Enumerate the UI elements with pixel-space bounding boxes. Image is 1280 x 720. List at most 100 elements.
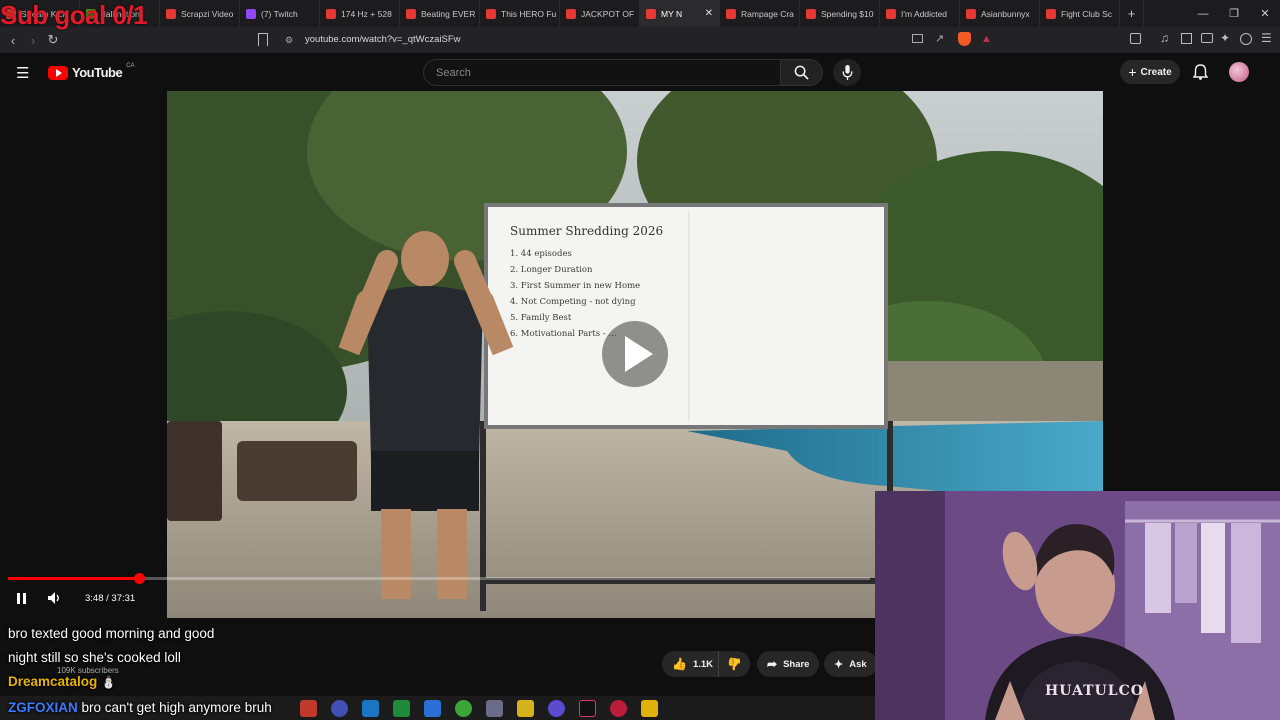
- share-label: Share: [783, 658, 810, 670]
- region-code: CA: [126, 63, 135, 69]
- taskbar-app-icon[interactable]: [486, 699, 503, 717]
- new-tab-button[interactable]: +: [1120, 0, 1144, 27]
- taskbar-app-icon[interactable]: [362, 699, 379, 717]
- chat-message: night still so she's cooked loll: [8, 650, 181, 665]
- taskbar-app-icon[interactable]: [641, 699, 658, 717]
- site-info-icon[interactable]: ⚙: [285, 35, 293, 46]
- url-field[interactable]: youtube.com/watch?v=_qtWczaiSFw: [305, 34, 461, 45]
- ask-button[interactable]: ✦ Ask: [824, 651, 877, 677]
- notifications-button[interactable]: [1192, 64, 1209, 85]
- thumbs-down-icon: 👍: [727, 657, 742, 671]
- tab-favicon-icon: [646, 8, 656, 19]
- tab-label: MY N: [661, 8, 683, 19]
- chat-username-text: ZGFOXIAN: [8, 700, 78, 715]
- whiteboard-item: 5. Family Best: [510, 313, 572, 323]
- sidebar-icon[interactable]: [1130, 33, 1141, 44]
- browser-tab[interactable]: This HERO Fu: [480, 0, 560, 27]
- whiteboard-item: 4. Not Competing - not dying: [510, 297, 636, 307]
- tab-favicon-icon: [726, 8, 736, 19]
- browser-tab[interactable]: 174 Hz + 528: [320, 0, 400, 27]
- volume-button[interactable]: [47, 591, 61, 610]
- search-input[interactable]: Search: [423, 59, 781, 86]
- tab-favicon-icon: [806, 8, 816, 19]
- shirt-print: HUATULCO: [1045, 683, 1144, 699]
- wallet-icon[interactable]: [1201, 33, 1213, 43]
- browser-tab[interactable]: JACKPOT OF: [560, 0, 640, 27]
- sub-goal-overlay: Sub goal 0/1: [0, 0, 148, 30]
- chat-username: Dreamcatalog ⛄: [8, 674, 116, 689]
- taskbar-app-icon[interactable]: [517, 699, 534, 717]
- browser-tab[interactable]: Spending $10: [800, 0, 880, 27]
- tab-favicon-icon: [886, 8, 896, 19]
- taskbar-app-icon[interactable]: [424, 699, 441, 717]
- progress-bar[interactable]: [8, 573, 870, 584]
- vpn-icon[interactable]: [1240, 33, 1252, 45]
- music-icon[interactable]: ♫: [1160, 31, 1169, 45]
- pause-button[interactable]: [14, 591, 28, 605]
- panel-icon[interactable]: [1181, 33, 1192, 44]
- browser-tab[interactable]: Beating EVER: [400, 0, 480, 27]
- tab-label: Asianbunnyx: [981, 8, 1030, 19]
- taskbar-app-icon[interactable]: [610, 699, 627, 717]
- sparkle-icon[interactable]: ✦: [1220, 31, 1230, 45]
- taskbar-app-icon[interactable]: [455, 699, 472, 717]
- taskbar-app-icon[interactable]: [393, 699, 410, 717]
- thumbs-up-icon: 👍: [672, 657, 687, 671]
- tab-label: Beating EVER: [421, 8, 476, 19]
- tab-favicon-icon: [326, 8, 336, 19]
- close-window-icon[interactable]: ✕: [1249, 0, 1280, 27]
- chat-message: bro can't get high anymore bruh: [81, 700, 272, 715]
- share-button[interactable]: ➦ Share: [757, 651, 820, 677]
- voice-search-button[interactable]: [833, 59, 861, 86]
- dislike-button[interactable]: 👍: [718, 651, 750, 677]
- progress-scrubber[interactable]: [134, 573, 145, 584]
- tab-label: Rampage Cra: [741, 8, 794, 19]
- progress-fill: [8, 577, 139, 580]
- whiteboard-item: 3. First Summer in new Home: [510, 281, 641, 291]
- time-display: 3:48 / 37:31: [85, 593, 136, 604]
- whiteboard-item: 2. Longer Duration: [510, 265, 593, 275]
- browser-tab[interactable]: MY N ✕: [640, 0, 720, 27]
- tab-label: Fight Club Sc: [1061, 8, 1113, 19]
- taskbar-app-icon[interactable]: [300, 699, 317, 717]
- tab-label: This HERO Fu: [501, 8, 557, 19]
- tab-favicon-icon: [246, 8, 256, 19]
- cast-icon[interactable]: [912, 34, 923, 43]
- hamburger-menu-icon[interactable]: ☰: [16, 64, 29, 82]
- browser-tab[interactable]: Scrapzi Video: [160, 0, 240, 27]
- share-page-icon[interactable]: ↗: [935, 32, 944, 45]
- tab-favicon-icon: [486, 8, 496, 19]
- speaker-icon: [48, 592, 59, 604]
- taskbar-app-icon[interactable]: [579, 699, 596, 717]
- bookmark-icon[interactable]: [258, 33, 268, 46]
- tab-label: I'm Addicted: [901, 8, 948, 19]
- browser-tab-strip: Stream Kick dallmation Scrapzi Video (7) Tw…: [0, 0, 1280, 27]
- taskbar-app-icon[interactable]: [548, 699, 565, 717]
- brave-shield-icon[interactable]: [958, 32, 971, 46]
- whiteboard-item: 6. Motivational Parts - ...: [510, 329, 617, 339]
- taskbar-app-icon[interactable]: [331, 699, 348, 717]
- like-button[interactable]: 👍 1.1K: [662, 651, 718, 677]
- tab-close-icon[interactable]: ✕: [705, 8, 713, 19]
- tab-label: 174 Hz + 528: [341, 8, 392, 19]
- rewards-icon[interactable]: ▲: [981, 33, 992, 45]
- minimize-icon[interactable]: —: [1187, 0, 1219, 27]
- browser-tab[interactable]: Fight Club Sc: [1040, 0, 1120, 27]
- create-button[interactable]: + Create: [1120, 60, 1180, 84]
- browser-tab[interactable]: Rampage Cra: [720, 0, 800, 27]
- browser-tab[interactable]: I'm Addicted: [880, 0, 960, 27]
- restore-icon[interactable]: ❐: [1218, 0, 1250, 27]
- youtube-logo[interactable]: YouTube CA: [48, 63, 135, 80]
- menu-icon[interactable]: ☰: [1261, 31, 1272, 45]
- whiteboard-item: 1. 44 episodes: [510, 249, 572, 259]
- whiteboard-list: 1. 44 episodes 2. Longer Duration 3. Fir…: [510, 246, 640, 342]
- tab-favicon-icon: [1046, 8, 1056, 19]
- search-button[interactable]: [780, 59, 823, 86]
- tab-label: (7) Twitch: [261, 8, 298, 19]
- browser-tab[interactable]: (7) Twitch: [240, 0, 320, 27]
- browser-tab[interactable]: Asianbunnyx: [960, 0, 1040, 27]
- webcam-overlay: HUATULCO: [875, 491, 1280, 720]
- avatar[interactable]: [1229, 62, 1249, 82]
- sparkle-icon: ✦: [834, 658, 844, 671]
- tab-favicon-icon: [966, 8, 976, 19]
